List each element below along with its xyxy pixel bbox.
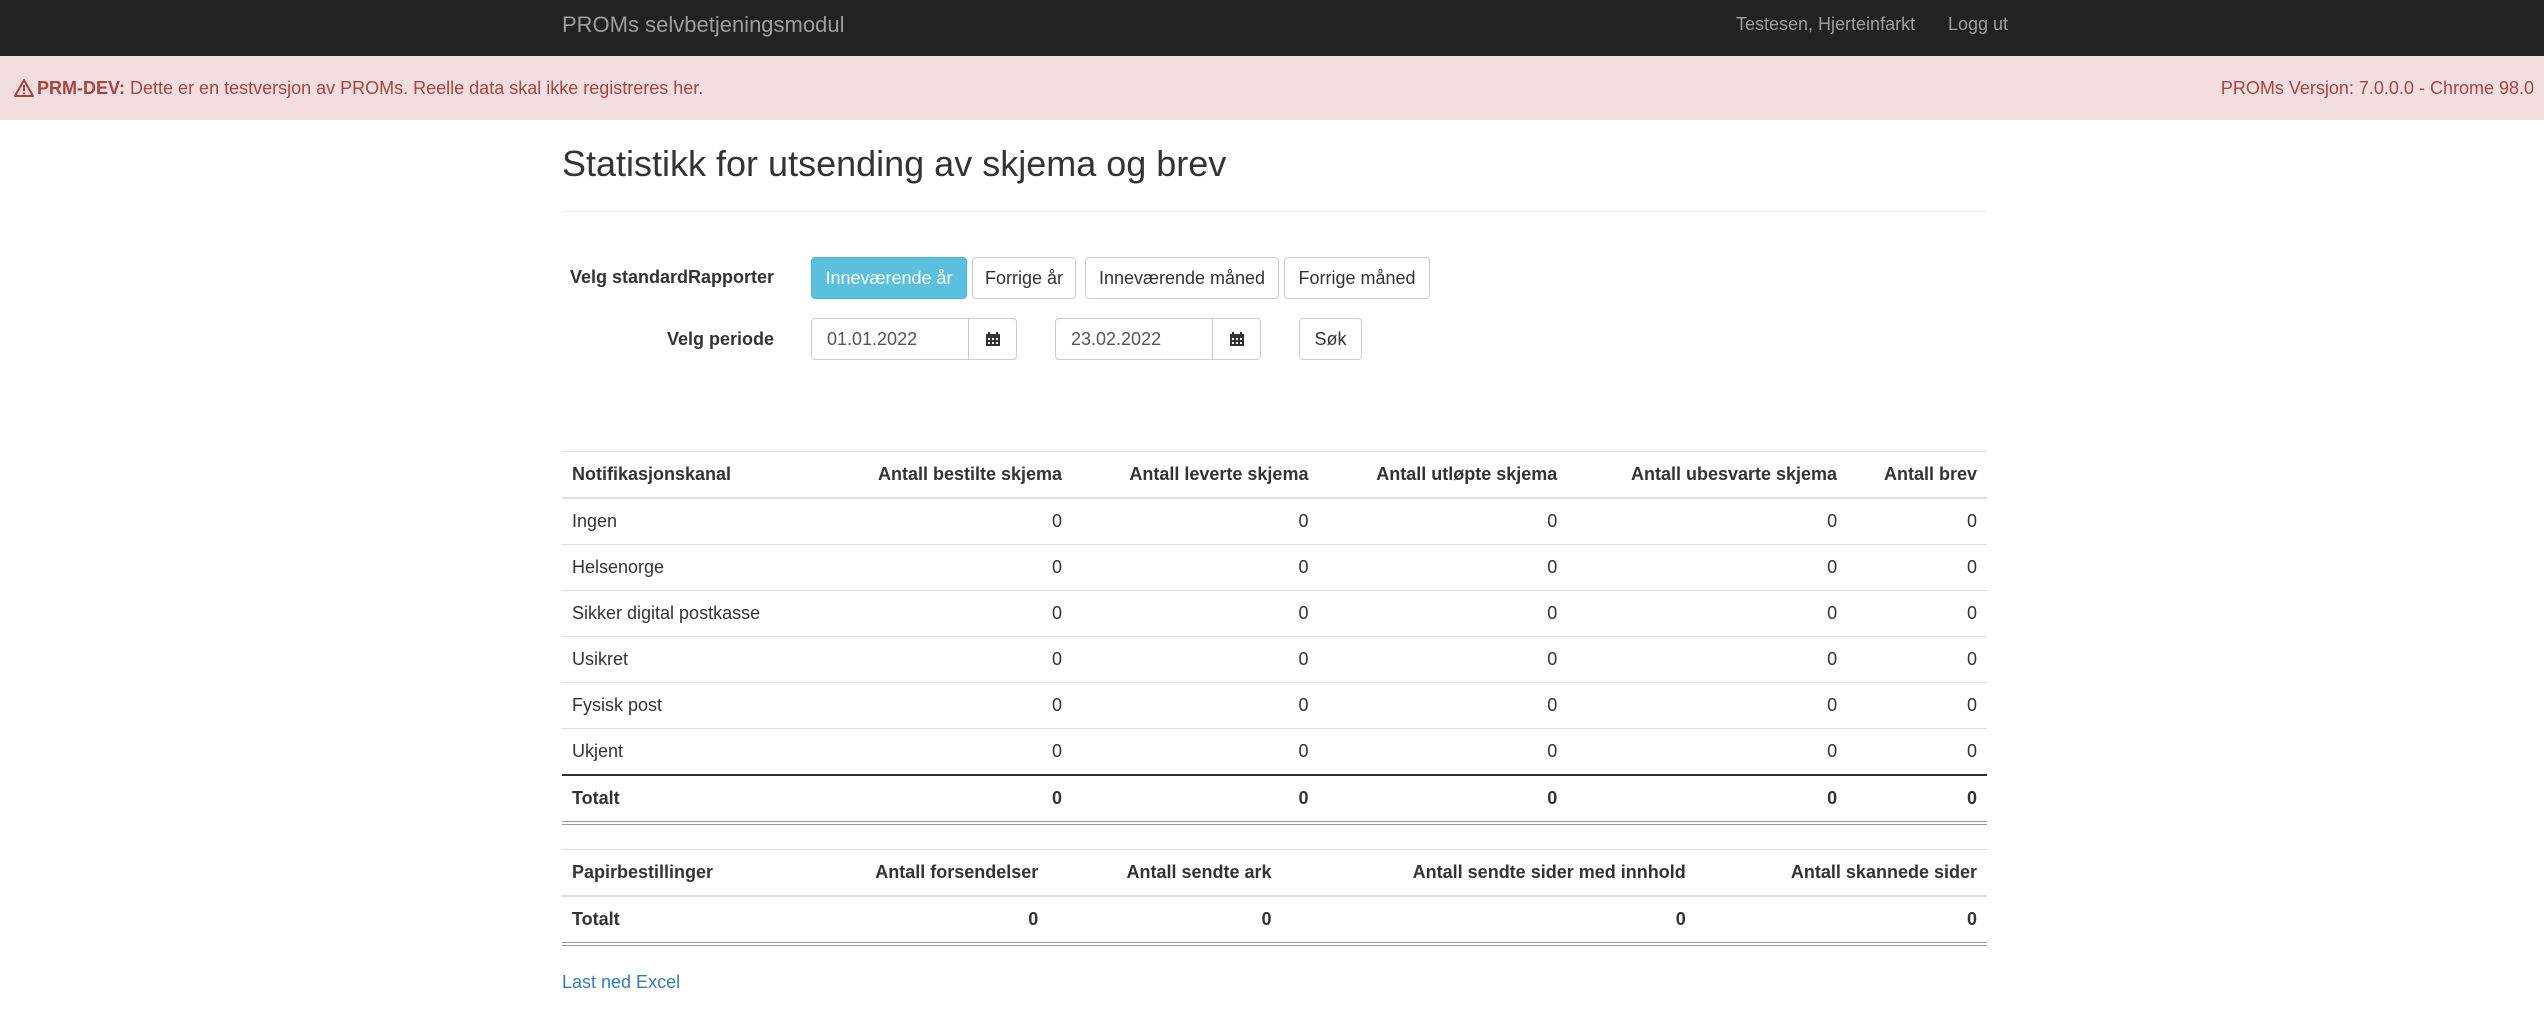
app-brand[interactable]: PROMs selvbetjeningsmodul [562,0,844,49]
column-header: Antall skannede sider [1695,849,1987,897]
table-cell: 0 [1567,497,1848,545]
table-row: Ukjent 0 0 0 0 0 [562,728,1987,775]
table-cell: Usikret [562,636,820,683]
date-to-calendar-button[interactable] [1212,318,1261,360]
table-cell: Helsenorge [562,544,820,591]
search-button[interactable]: Søk [1299,318,1362,360]
alert-prefix: PRM-DEV: [37,78,126,98]
table-row: Sikker digital postkasse 0 0 0 0 0 [562,590,1987,637]
table-cell: Ingen [562,497,820,545]
title-divider [562,211,1987,212]
table-cell: Fysisk post [562,682,820,729]
logout-link[interactable]: Logg ut [1948,0,2008,49]
table-cell: 0 [1318,497,1568,545]
date-from-calendar-button[interactable] [968,318,1017,360]
table-cell: 0 [1072,590,1319,637]
table-row: Usikret 0 0 0 0 0 [562,636,1987,683]
current-year-button[interactable]: Inneværende år [811,257,967,299]
table-cell: 0 [1318,636,1568,683]
table-cell: 0 [819,544,1073,591]
table-cell: Totalt [562,895,790,946]
version-info: PROMs Versjon: 7.0.0.0 - Chrome 98.0 [2220,78,2534,98]
calendar-icon [985,332,1000,346]
page-title: Statistikk for utsending av skjema og br… [562,143,1227,184]
table-header-row: Papirbestillinger Antall forsendelser An… [562,849,1987,897]
column-header: Antall utløpte skjema [1318,451,1568,499]
date-from-field[interactable]: 01.01.2022 [811,318,969,360]
previous-month-button[interactable]: Forrige måned [1284,257,1430,299]
column-header: Papirbestillinger [562,849,790,897]
table-cell: 0 [1847,682,1987,729]
column-header: Notifikasjonskanal [562,451,820,499]
column-header: Antall brev [1847,451,1987,499]
top-navbar: PROMs selvbetjeningsmodul Testesen, Hjer… [0,0,2544,56]
table-cell: 0 [1567,636,1848,683]
table-row: Helsenorge 0 0 0 0 0 [562,544,1987,591]
table-row: Fysisk post 0 0 0 0 0 [562,682,1987,729]
column-header: Antall sendte ark [1048,849,1282,897]
alert-message: Dette er en testversjon av PROMs. Reelle… [130,78,704,98]
table-cell: 0 [1072,682,1319,729]
table-cell: 0 [1318,728,1568,775]
table-cell: 0 [1072,774,1319,825]
table-cell: 0 [1847,590,1987,637]
table-cell: 0 [1847,636,1987,683]
column-header: Antall ubesvarte skjema [1567,451,1848,499]
column-header: Antall leverte skjema [1072,451,1319,499]
table-cell: 0 [1695,895,1987,946]
table-header-row: Notifikasjonskanal Antall bestilte skjem… [562,451,1987,499]
table-row: Ingen 0 0 0 0 0 [562,497,1987,545]
table-cell: 0 [1072,636,1319,683]
date-to-field[interactable]: 23.02.2022 [1055,318,1213,360]
table-cell: 0 [1847,774,1987,825]
table-cell: 0 [1567,728,1848,775]
column-header: Antall bestilte skjema [819,451,1073,499]
table-cell: 0 [1318,682,1568,729]
table-total-row: Totalt 0 0 0 0 [562,895,1987,946]
table-cell: 0 [1318,774,1568,825]
warning-triangle-icon [14,79,34,97]
table-cell: 0 [1567,682,1848,729]
environment-alert: PRM-DEV: Dette er en testversjon av PROM… [0,56,2544,120]
table-cell: 0 [1072,728,1319,775]
period-label: Velg periode [666,329,774,349]
table-cell: 0 [819,774,1073,825]
table-cell: 0 [819,590,1073,637]
table-cell: 0 [1318,590,1568,637]
table-cell: 0 [1567,544,1848,591]
table-total-row: Totalt 0 0 0 0 0 [562,774,1987,825]
column-header: Antall forsendelser [789,849,1049,897]
table-cell: Sikker digital postkasse [562,590,820,637]
table-cell: 0 [819,497,1073,545]
previous-year-button[interactable]: Forrige år [972,257,1076,299]
standard-reports-label: Velg standardRapporter [569,267,774,287]
table-cell: 0 [1567,774,1848,825]
table-cell: 0 [1281,895,1696,946]
current-user[interactable]: Testesen, Hjerteinfarkt [1736,0,1915,49]
table-cell: 0 [1567,590,1848,637]
table-cell: Totalt [562,774,820,825]
table-cell: 0 [1318,544,1568,591]
table-cell: 0 [1847,544,1987,591]
paper-orders-table: Papirbestillinger Antall forsendelser An… [562,849,1987,946]
download-excel-link[interactable]: Last ned Excel [562,972,680,993]
table-cell: 0 [1847,497,1987,545]
calendar-icon [1229,332,1244,346]
column-header: Antall sendte sider med innhold [1281,849,1696,897]
table-cell: 0 [1048,895,1282,946]
current-month-button[interactable]: Inneværende måned [1085,257,1279,299]
table-cell: 0 [1072,497,1319,545]
table-cell: 0 [819,636,1073,683]
table-cell: 0 [1847,728,1987,775]
table-cell: 0 [789,895,1049,946]
table-cell: Ukjent [562,728,820,775]
table-cell: 0 [1072,544,1319,591]
table-cell: 0 [819,682,1073,729]
notification-stats-table: Notifikasjonskanal Antall bestilte skjem… [562,451,1987,825]
table-cell: 0 [819,728,1073,775]
